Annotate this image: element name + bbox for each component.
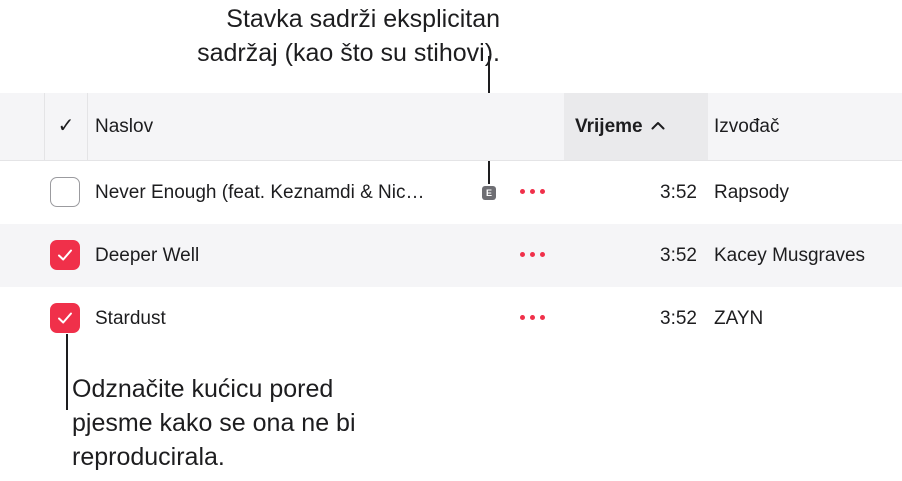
checkbox-callout-line3: reproducirala. (72, 443, 225, 471)
explicit-callout-line1: Stavka sadrži eksplicitan (226, 5, 500, 33)
song-table: ✓ Naslov Vrijeme Izvođač Never Enough (f… (0, 93, 902, 349)
chevron-up-icon (651, 91, 665, 158)
song-checkbox[interactable] (50, 240, 80, 270)
song-artist: Kacey Musgraves (714, 245, 866, 266)
checkbox-callout-line (66, 334, 68, 410)
column-header-artist[interactable]: Izvođač (714, 93, 779, 160)
checkbox-callout: Odznačite kućicu pored pjesme kako se on… (72, 372, 432, 474)
explicit-callout: Stavka sadrži eksplicitan sadržaj (kao š… (0, 2, 500, 70)
column-header-time[interactable]: Vrijeme (564, 93, 708, 160)
checkmark-icon (58, 312, 72, 324)
column-header-check[interactable]: ✓ (44, 93, 88, 160)
table-row[interactable]: Never Enough (feat. Keznamdi & Nic… E 3:… (0, 161, 902, 224)
song-time: 3:52 (660, 245, 697, 266)
table-row[interactable]: Stardust 3:52 ZAYN (0, 287, 902, 350)
song-artist: ZAYN (714, 308, 764, 329)
explicit-callout-line2: sadržaj (kao što su stihovi). (197, 39, 500, 67)
more-options-button[interactable] (520, 183, 550, 201)
song-checkbox[interactable] (50, 303, 80, 333)
column-header-time-label: Vrijeme (575, 116, 643, 137)
more-options-button[interactable] (520, 246, 550, 264)
song-title: Deeper Well (95, 245, 200, 266)
song-title: Stardust (95, 308, 166, 329)
more-options-button[interactable] (520, 309, 550, 327)
column-header-title[interactable]: Naslov (95, 93, 153, 160)
song-time: 3:52 (660, 308, 697, 329)
song-time: 3:52 (660, 182, 697, 203)
song-checkbox[interactable] (50, 177, 80, 207)
song-title: Never Enough (feat. Keznamdi & Nic… (95, 182, 425, 203)
checkbox-callout-line2: pjesme kako se ona ne bi (72, 409, 356, 437)
checkmark-icon (58, 249, 72, 261)
checkbox-callout-line1: Odznačite kućicu pored (72, 375, 334, 403)
table-row[interactable]: Deeper Well 3:52 Kacey Musgraves (0, 224, 902, 287)
song-artist: Rapsody (714, 182, 789, 203)
table-header: ✓ Naslov Vrijeme Izvođač (0, 93, 902, 161)
explicit-badge-icon: E (482, 186, 496, 200)
